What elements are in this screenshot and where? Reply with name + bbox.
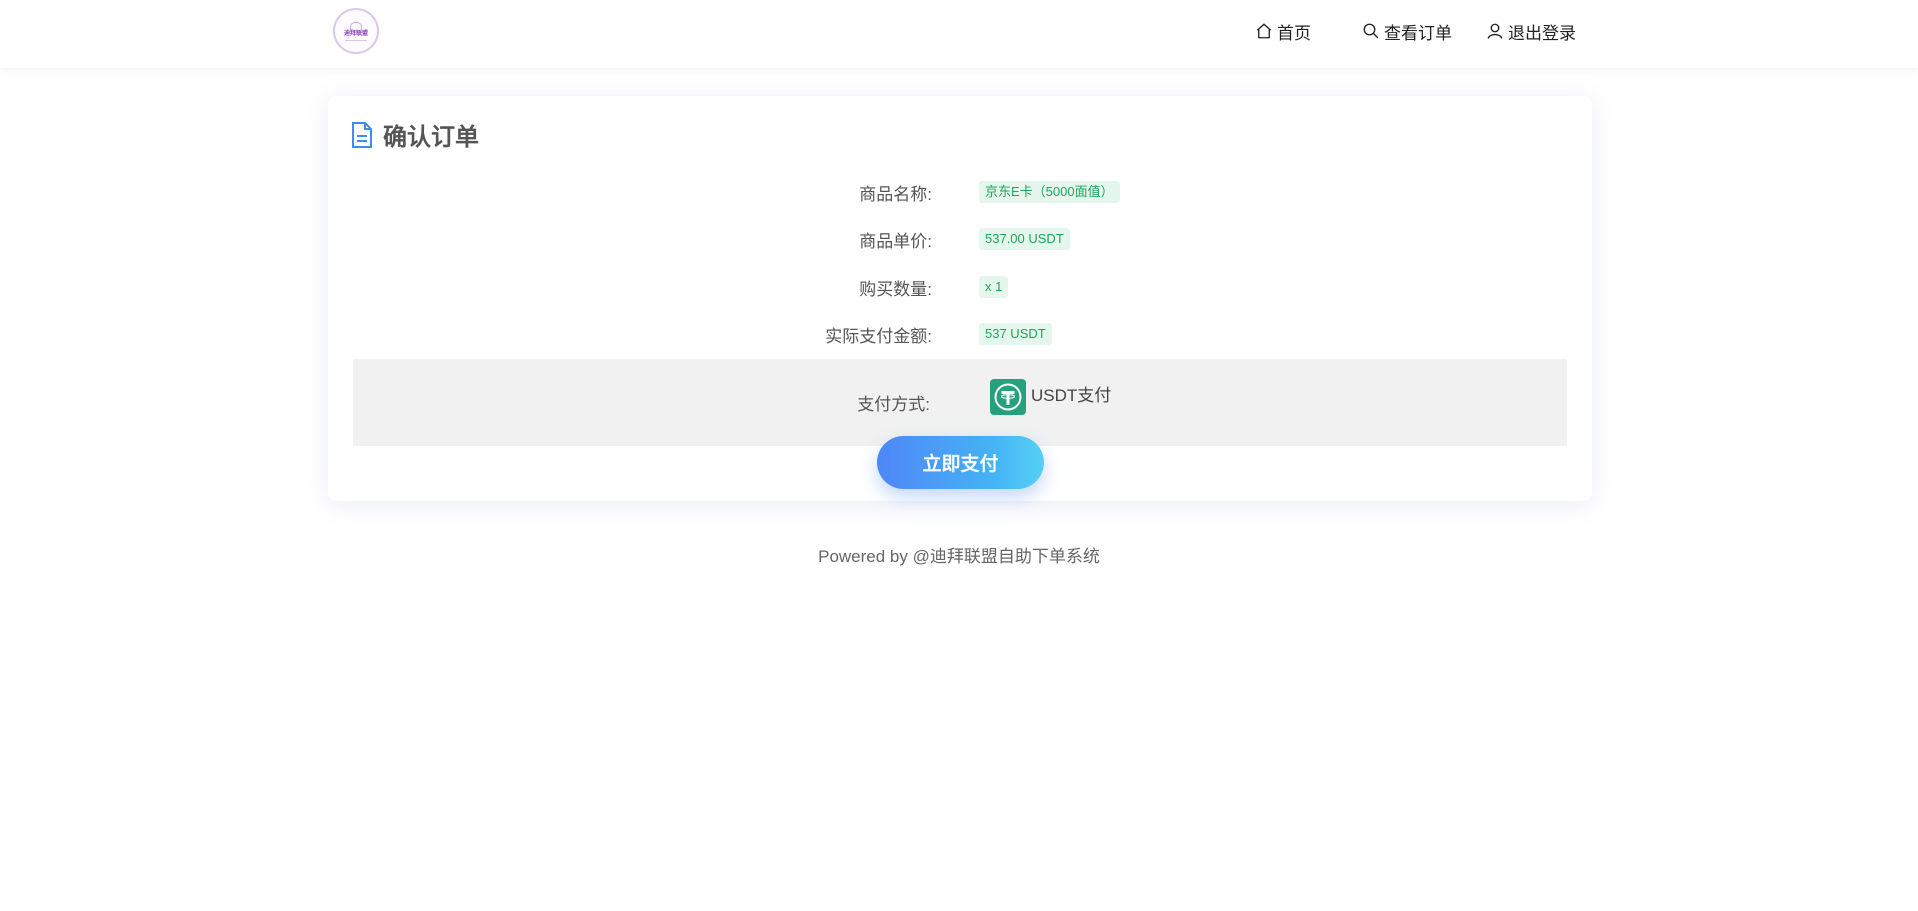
- user-icon: [1487, 23, 1503, 39]
- quantity-value: x 1: [979, 276, 1009, 298]
- nav-home[interactable]: 首页: [1255, 0, 1311, 62]
- usdt-payment-option[interactable]: USDT支付: [990, 379, 1111, 415]
- unit-price-label: 商品单价:: [859, 232, 932, 251]
- footer-powered-by: Powered by @迪拜联盟自助下单系统: [818, 547, 1100, 566]
- home-icon: [1256, 23, 1272, 39]
- nav-logout[interactable]: 退出登录: [1486, 0, 1576, 62]
- product-name-label: 商品名称:: [859, 185, 932, 204]
- nav-view-orders-label: 查看订单: [1384, 23, 1452, 43]
- product-name-value: 京东E卡（5000面值）: [979, 181, 1120, 203]
- payment-method-name: USDT支付: [1031, 385, 1112, 405]
- site-logo[interactable]: 迪拜联盟: [333, 8, 379, 54]
- unit-price-value: 537.00 USDT: [979, 228, 1070, 250]
- quantity-label: 购买数量:: [859, 280, 932, 299]
- logo-text: 迪拜联盟: [343, 30, 368, 37]
- confirm-order-card: 确认订单 商品名称: 京东E卡（5000面值） 商品单价: 537.00 USD…: [328, 96, 1592, 501]
- payment-method-row: 支付方式: USDT支付: [353, 359, 1567, 446]
- page-title: 确认订单: [383, 124, 479, 151]
- search-icon: [1363, 23, 1379, 39]
- logo-emblem-icon: [350, 21, 362, 30]
- usdt-tether-icon: [990, 379, 1026, 415]
- actual-amount-label: 实际支付金额:: [825, 327, 932, 346]
- document-icon: [352, 121, 372, 148]
- nav-view-orders[interactable]: 查看订单: [1362, 0, 1452, 62]
- actual-amount-value: 537 USDT: [979, 323, 1052, 345]
- nav-logout-label: 退出登录: [1508, 23, 1576, 43]
- nav-home-label: 首页: [1277, 23, 1311, 43]
- logo-divider: [345, 39, 367, 41]
- payment-method-label: 支付方式:: [857, 395, 930, 414]
- card-header: 确认订单: [351, 117, 479, 152]
- top-header: 迪拜联盟 首页 查看订单 退出登录: [0, 0, 1918, 68]
- pay-now-button[interactable]: 立即支付: [877, 436, 1044, 489]
